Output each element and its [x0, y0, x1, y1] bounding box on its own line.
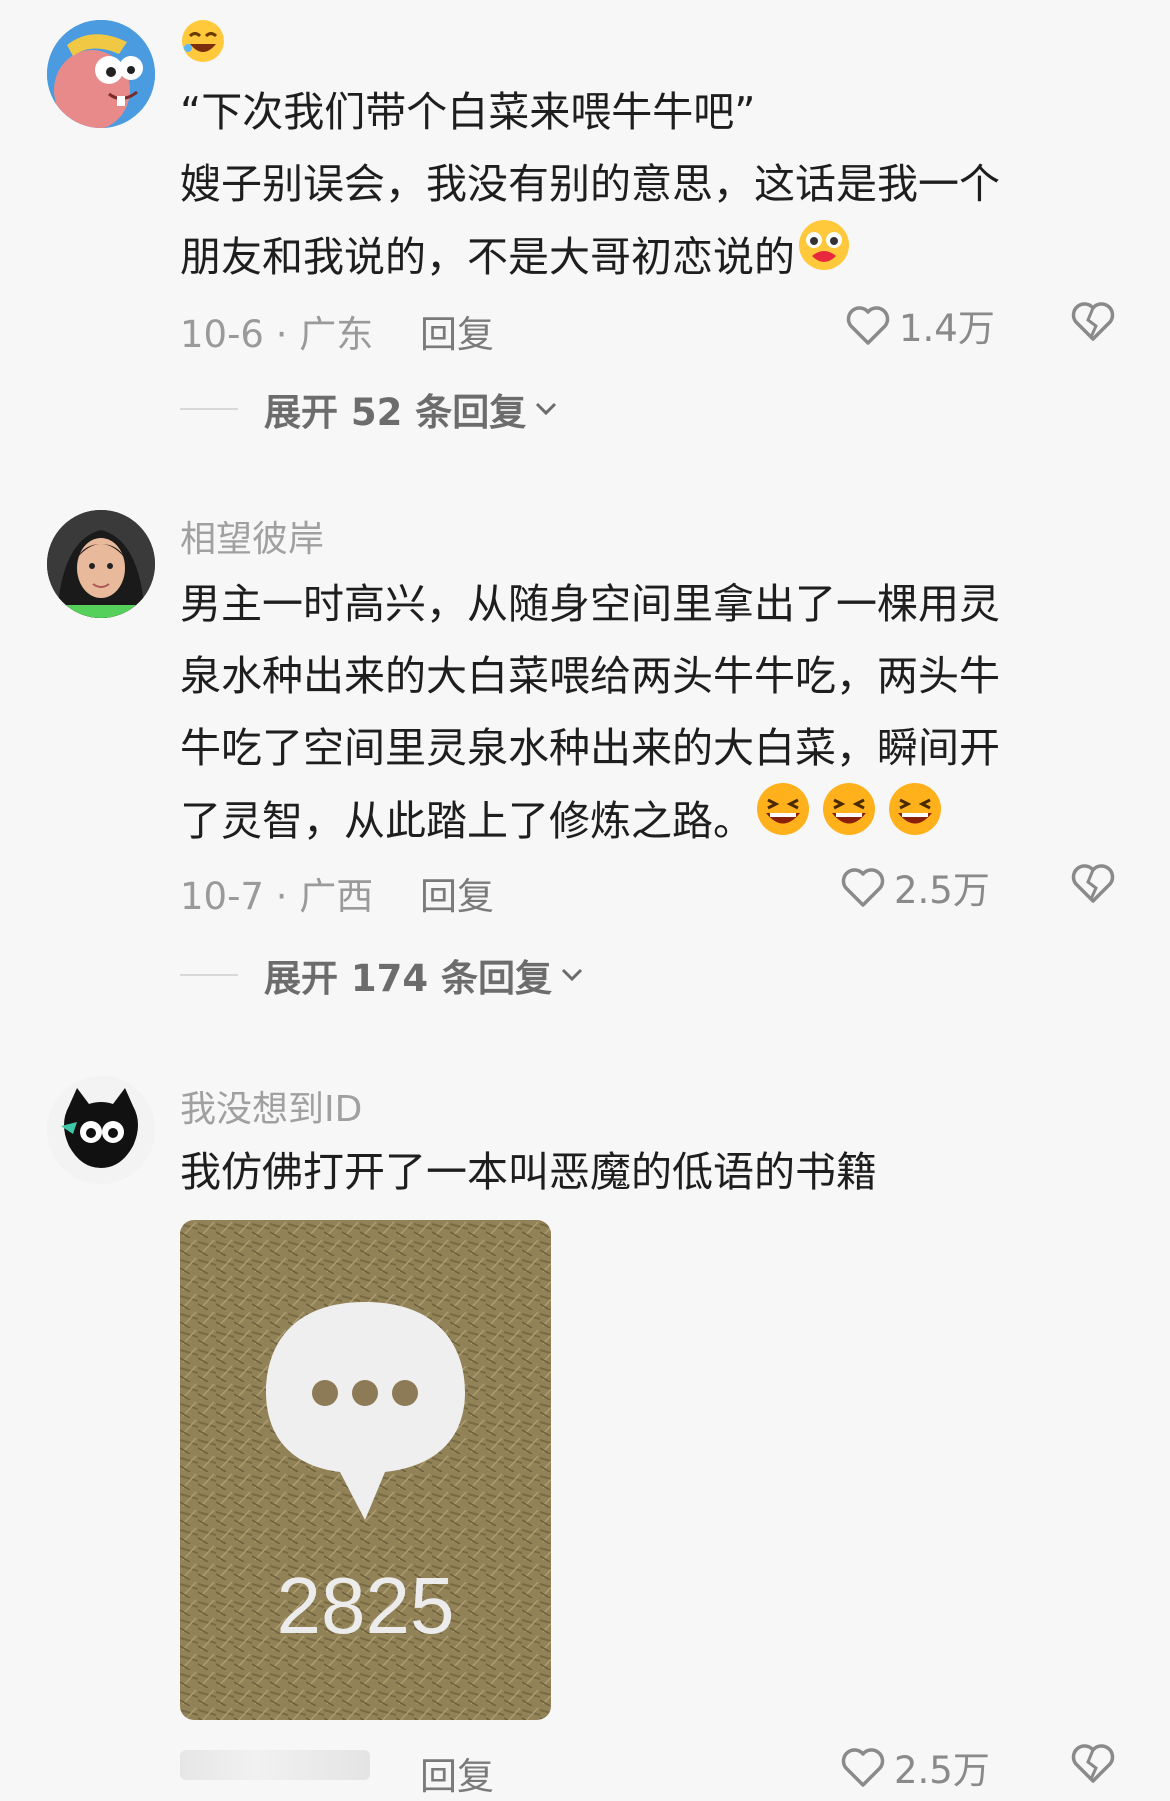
expand-replies-label: 展开 52 条回复: [264, 391, 527, 434]
cartoon-avatar-icon: [47, 20, 155, 128]
heart-icon: [841, 868, 885, 907]
blurred-date-location: [180, 1746, 370, 1789]
comment-line: 了灵智，从此踏上了修炼之路。: [180, 783, 1120, 856]
comment-meta: 回复 2.5万: [180, 1738, 1120, 1798]
like-button[interactable]: 2.5万: [840, 1740, 990, 1794]
divider: [180, 408, 238, 410]
expand-replies-label: 展开 174 条回复: [264, 957, 552, 1000]
cat-avatar-icon: [47, 1076, 155, 1184]
reply-button[interactable]: 回复: [420, 304, 494, 358]
divider: [180, 974, 238, 976]
comment-item: “下次我们带个白菜来喂牛牛吧” 嫂子别误会，我没有别的意思，这话是我一个 朋友和…: [0, 0, 1170, 434]
like-count: 2.5万: [894, 869, 990, 912]
comment-line: 男主一时高兴，从随身空间里拿出了一棵用灵: [180, 580, 1000, 628]
shy-face-emoji-icon: [795, 216, 853, 296]
user-avatar[interactable]: [47, 20, 155, 128]
comment-line: “下次我们带个白菜来喂牛牛吧”: [180, 88, 756, 136]
comment-text: “下次我们带个白菜来喂牛牛吧” 嫂子别误会，我没有别的意思，这话是我一个 朋友和…: [180, 76, 1120, 292]
username[interactable]: 相望彼岸: [180, 510, 324, 562]
comment-line: 泉水种出来的大白菜喂给两头牛牛吃，两头牛: [180, 652, 1000, 700]
dislike-button[interactable]: [1070, 1742, 1116, 1793]
comment-date-location: 10-7 · 广西: [180, 875, 374, 918]
comment-item: 相望彼岸 男主一时高兴，从随身空间里拿出了一棵用灵 泉水种出来的大白菜喂给两头牛…: [0, 500, 1170, 1020]
broken-heart-icon: [1071, 864, 1115, 903]
comment-meta: 10-7 · 广西 回复 2.5万: [180, 858, 1120, 918]
broken-heart-icon: [1071, 302, 1115, 341]
comment-item: 我没想到ID 我仿佛打开了一本叫恶魔的低语的书籍 2825 回复 2.5万: [0, 1068, 1170, 1801]
photo-avatar-icon: [47, 510, 155, 618]
heart-icon: [841, 1748, 885, 1787]
user-avatar[interactable]: [47, 510, 155, 618]
like-count: 2.5万: [894, 1749, 990, 1792]
reply-button[interactable]: 回复: [420, 1746, 494, 1800]
comment-line: 牛吃了空间里灵泉水种出来的大白菜，瞬间开: [180, 724, 1000, 772]
dislike-button[interactable]: [1070, 862, 1116, 913]
comment-line: 朋友和我说的，不是大哥初恋说的: [180, 220, 1120, 292]
laughing-emoji-icon: [180, 18, 226, 68]
comment-meta: 10-6 · 广东 回复 1.4万: [180, 296, 1120, 356]
chevron-down-icon: [536, 402, 557, 416]
comment-line-text: 朋友和我说的，不是大哥初恋说的: [180, 233, 795, 281]
comment-text: 我仿佛打开了一本叫恶魔的低语的书籍: [180, 1136, 1120, 1208]
expand-replies-button[interactable]: 展开 52 条回复: [180, 384, 558, 434]
comment-text: 男主一时高兴，从随身空间里拿出了一棵用灵 泉水种出来的大白菜喂给两头牛牛吃，两头…: [180, 568, 1120, 856]
dislike-button[interactable]: [1070, 300, 1116, 351]
heart-icon: [846, 306, 890, 345]
broken-heart-icon: [1071, 1744, 1115, 1783]
username[interactable]: 我没想到ID: [180, 1080, 362, 1132]
image-count-label: 2825: [276, 1561, 455, 1650]
comment-line: 我仿佛打开了一本叫恶魔的低语的书籍: [180, 1148, 877, 1196]
comment-line-text: 了灵智，从此踏上了修炼之路。: [180, 797, 754, 845]
comment-date-location: 10-6 · 广东: [180, 313, 374, 356]
chevron-down-icon: [561, 968, 583, 982]
laughing-face-emoji-icon: [754, 780, 950, 860]
like-count: 1.4万: [899, 307, 995, 350]
like-button[interactable]: 1.4万: [845, 298, 995, 352]
user-avatar[interactable]: [47, 1076, 155, 1184]
reply-button[interactable]: 回复: [420, 866, 494, 920]
comment-image[interactable]: 2825: [180, 1220, 551, 1720]
comment-line: 嫂子别误会，我没有别的意思，这话是我一个: [180, 160, 1000, 208]
like-button[interactable]: 2.5万: [840, 860, 990, 914]
expand-replies-button[interactable]: 展开 174 条回复: [180, 950, 584, 1000]
